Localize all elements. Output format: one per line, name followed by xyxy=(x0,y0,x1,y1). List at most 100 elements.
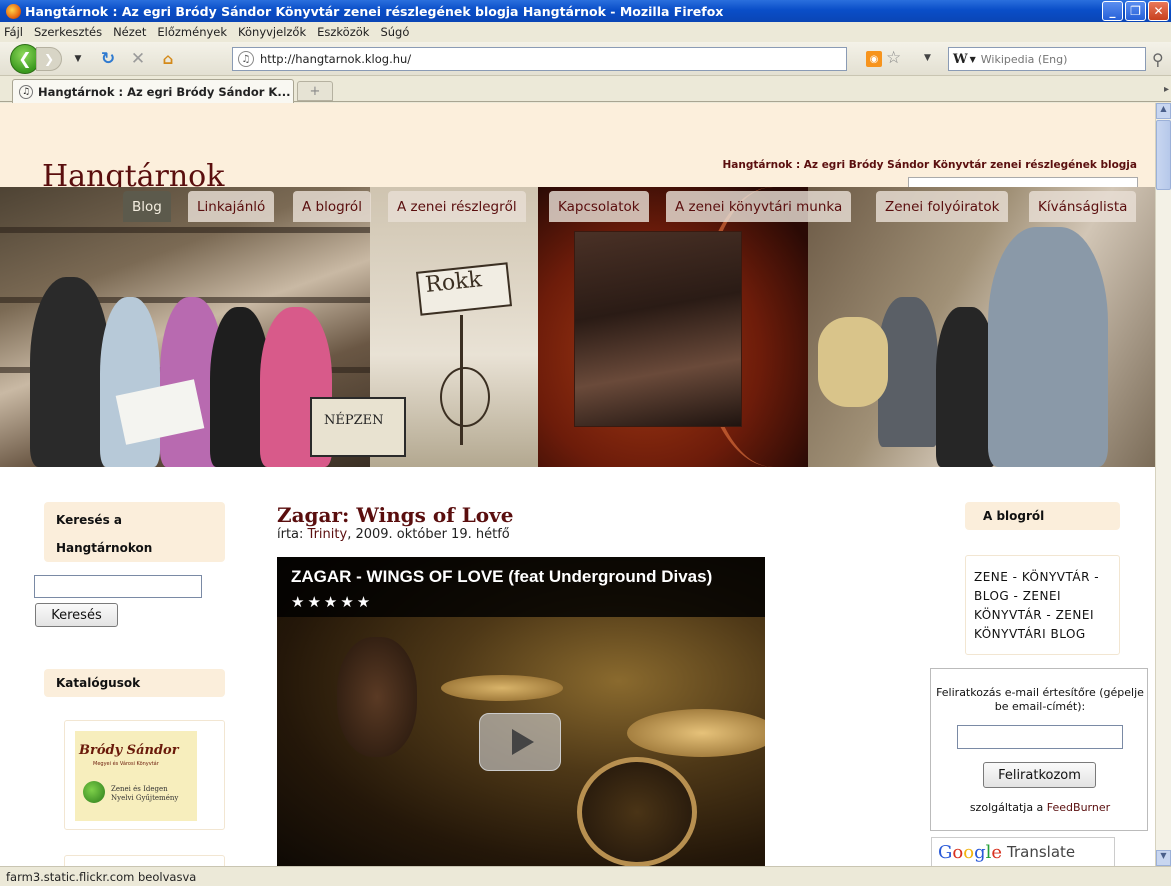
nav-tab-music-department[interactable]: A zenei részlegről xyxy=(388,191,526,222)
post-meta-prefix: írta: xyxy=(277,527,308,542)
window-title: Hangtárnok : Az egri Bródy Sándor Könyvt… xyxy=(25,3,724,19)
menu-bar: Fájl Szerkesztés Nézet Előzmények Könyvj… xyxy=(0,22,1171,42)
home-icon[interactable]: ⌂ xyxy=(158,50,178,68)
status-bar: farm3.static.flickr.com beolvasva xyxy=(0,866,1171,886)
forward-button[interactable]: ❯ xyxy=(36,46,62,71)
sidebar-search-button[interactable]: Keresés xyxy=(35,603,118,627)
brody-sandor-library-logo[interactable]: Bródy Sándor Megyei és Városi Könyvtár Z… xyxy=(75,731,197,821)
sidebar-search-input[interactable] xyxy=(34,575,202,598)
maximize-button[interactable]: ❐ xyxy=(1125,1,1146,21)
scroll-down-icon[interactable]: ▼ xyxy=(1156,850,1171,866)
powered-by: szolgáltatja a FeedBurner xyxy=(931,801,1149,814)
scroll-up-icon[interactable]: ▲ xyxy=(1156,103,1171,119)
reload-icon[interactable]: ↻ xyxy=(98,49,118,69)
subscribe-email-input[interactable] xyxy=(957,725,1123,749)
url-text[interactable]: http://hangtarnok.klog.hu/ xyxy=(260,52,411,66)
tab-title: Hangtárnok : Az egri Bródy Sándor K... xyxy=(38,84,291,99)
status-text: farm3.static.flickr.com beolvasva xyxy=(6,869,197,884)
page-viewport: Hangtárnok Hangtárnok : Az egri Bródy Sá… xyxy=(0,103,1155,866)
search-title-line2: Hangtárnokon xyxy=(56,541,153,555)
translate-label: Translate xyxy=(1007,843,1076,861)
navigation-toolbar: ❮ ❯ ▼ ↻ ✕ ⌂ ♫ http://hangtarnok.klog.hu/… xyxy=(0,42,1171,76)
urlbar-dropdown-icon[interactable]: ▼ xyxy=(924,53,931,63)
nav-tab-library-work[interactable]: A zenei könyvtári munka xyxy=(666,191,852,222)
menu-help[interactable]: Súgó xyxy=(380,25,409,39)
video-rating-stars: ★★★★★ xyxy=(291,593,374,611)
site-tagline: Hangtárnok : Az egri Bródy Sándor Könyvt… xyxy=(722,159,1137,171)
banner-photo-kids xyxy=(808,187,1155,467)
banner-photo-violin-crowd xyxy=(538,187,808,467)
back-arrow-icon: ❮ xyxy=(18,49,32,68)
search-box-title: Keresés a Hangtárnokon xyxy=(44,502,225,562)
subscribe-box: Feliratkozás e-mail értesítőre (gépelje … xyxy=(930,668,1148,831)
video-player[interactable]: ZAGAR - WINGS OF LOVE (feat Underground … xyxy=(277,557,765,866)
play-icon xyxy=(512,729,534,755)
history-dropdown-icon[interactable]: ▼ xyxy=(68,54,88,64)
post-meta: írta: Trinity, 2009. október 19. hétfő xyxy=(277,527,510,542)
logo-collection-line1: Zenei és Idegen xyxy=(111,785,168,793)
rokk-sign: Rokk xyxy=(415,262,513,316)
nav-tab-wishlist[interactable]: Kívánságlista xyxy=(1029,191,1137,222)
catalog-box-2 xyxy=(64,855,225,866)
bookmark-star-icon[interactable]: ☆ xyxy=(886,48,901,68)
tab-bar: ♫ Hangtárnok : Az egri Bródy Sándor K...… xyxy=(0,76,1171,103)
search-magnifier-icon[interactable]: ⚲ xyxy=(1152,50,1164,69)
new-tab-button[interactable]: + xyxy=(297,81,333,101)
window-controls: _ ❐ ✕ xyxy=(1102,1,1169,21)
video-title[interactable]: ZAGAR - WINGS OF LOVE (feat Underground … xyxy=(291,567,712,587)
minimize-button[interactable]: _ xyxy=(1102,1,1123,21)
play-button[interactable] xyxy=(479,713,561,771)
logo-subtitle: Megyei és Városi Könyvtár xyxy=(93,761,159,767)
menu-bookmarks[interactable]: Könyvjelzők xyxy=(238,25,306,39)
stop-icon[interactable]: ✕ xyxy=(128,49,148,69)
menu-history[interactable]: Előzmények xyxy=(157,25,227,39)
menu-edit[interactable]: Szerkesztés xyxy=(34,25,102,39)
nav-tab-about-blog[interactable]: A blogról xyxy=(293,191,371,222)
nav-tab-music-journals[interactable]: Zenei folyóiratok xyxy=(876,191,1009,222)
menu-view[interactable]: Nézet xyxy=(113,25,146,39)
logo-name: Bródy Sándor xyxy=(79,743,179,758)
rss-feed-icon[interactable]: ◉ xyxy=(866,51,882,67)
post-author-link[interactable]: Trinity xyxy=(308,527,348,542)
nav-tab-blog[interactable]: Blog xyxy=(123,191,171,222)
catalogs-title: Katalógusok xyxy=(44,669,225,697)
search-input[interactable] xyxy=(980,52,1131,66)
google-logo: Google xyxy=(938,841,1003,863)
url-bar[interactable]: ♫ http://hangtarnok.klog.hu/ xyxy=(232,47,847,71)
wikipedia-icon[interactable]: W xyxy=(953,52,968,67)
tab-favicon-icon: ♫ xyxy=(19,84,33,99)
catalog-box: Bródy Sándor Megyei és Városi Könyvtár Z… xyxy=(64,720,225,830)
search-engine-dropdown-icon[interactable]: ▼ xyxy=(970,55,976,64)
google-translate-widget[interactable]: Google Translate xyxy=(931,837,1115,866)
subscribe-text: Feliratkozás e-mail értesítőre (gépelje … xyxy=(936,686,1144,713)
close-button[interactable]: ✕ xyxy=(1148,1,1169,21)
banner-drawing-rokk: Rokk NÉPZEN xyxy=(310,187,538,467)
tab-active[interactable]: ♫ Hangtárnok : Az egri Bródy Sándor K... xyxy=(12,79,294,103)
powered-by-prefix: szolgáltatja a xyxy=(969,801,1047,814)
site-identity-icon[interactable]: ♫ xyxy=(238,51,254,67)
scrollbar-thumb[interactable] xyxy=(1156,120,1171,190)
nepzene-sign: NÉPZEN xyxy=(310,397,406,457)
window-titlebar: Hangtárnok : Az egri Bródy Sándor Könyvt… xyxy=(0,0,1171,22)
globe-icon xyxy=(83,781,105,803)
main-navigation: Blog Linkajánló A blogról A zenei részle… xyxy=(0,191,1155,222)
nav-tab-contacts[interactable]: Kapcsolatok xyxy=(549,191,649,222)
about-box: ZENE - KÖNYVTÁR - BLOG - ZENEI KÖNYVTÁR … xyxy=(965,555,1120,655)
menu-tools[interactable]: Eszközök xyxy=(317,25,369,39)
tab-list-icon[interactable]: ▸ xyxy=(1164,84,1169,95)
logo-collection-line2: Nyelvi Gyűjtemény xyxy=(111,794,179,802)
banner-collage: Rokk NÉPZEN xyxy=(0,187,1155,467)
post-title[interactable]: Zagar: Wings of Love xyxy=(277,503,514,527)
search-title-line1: Keresés a xyxy=(56,513,122,527)
forward-arrow-icon: ❯ xyxy=(43,51,55,66)
menu-file[interactable]: Fájl xyxy=(4,25,23,39)
logo-collection: Zenei és Idegen Nyelvi Gyűjtemény xyxy=(111,785,178,803)
nav-tab-links[interactable]: Linkajánló xyxy=(188,191,275,222)
subscribe-button[interactable]: Feliratkozom xyxy=(983,762,1096,788)
vertical-scrollbar[interactable]: ▲ ▼ xyxy=(1155,103,1171,866)
about-title: A blogról xyxy=(965,502,1120,530)
firefox-icon xyxy=(6,3,21,19)
feedburner-link[interactable]: FeedBurner xyxy=(1047,801,1110,814)
search-bar[interactable]: W ▼ xyxy=(948,47,1146,71)
plus-icon: + xyxy=(309,83,321,99)
